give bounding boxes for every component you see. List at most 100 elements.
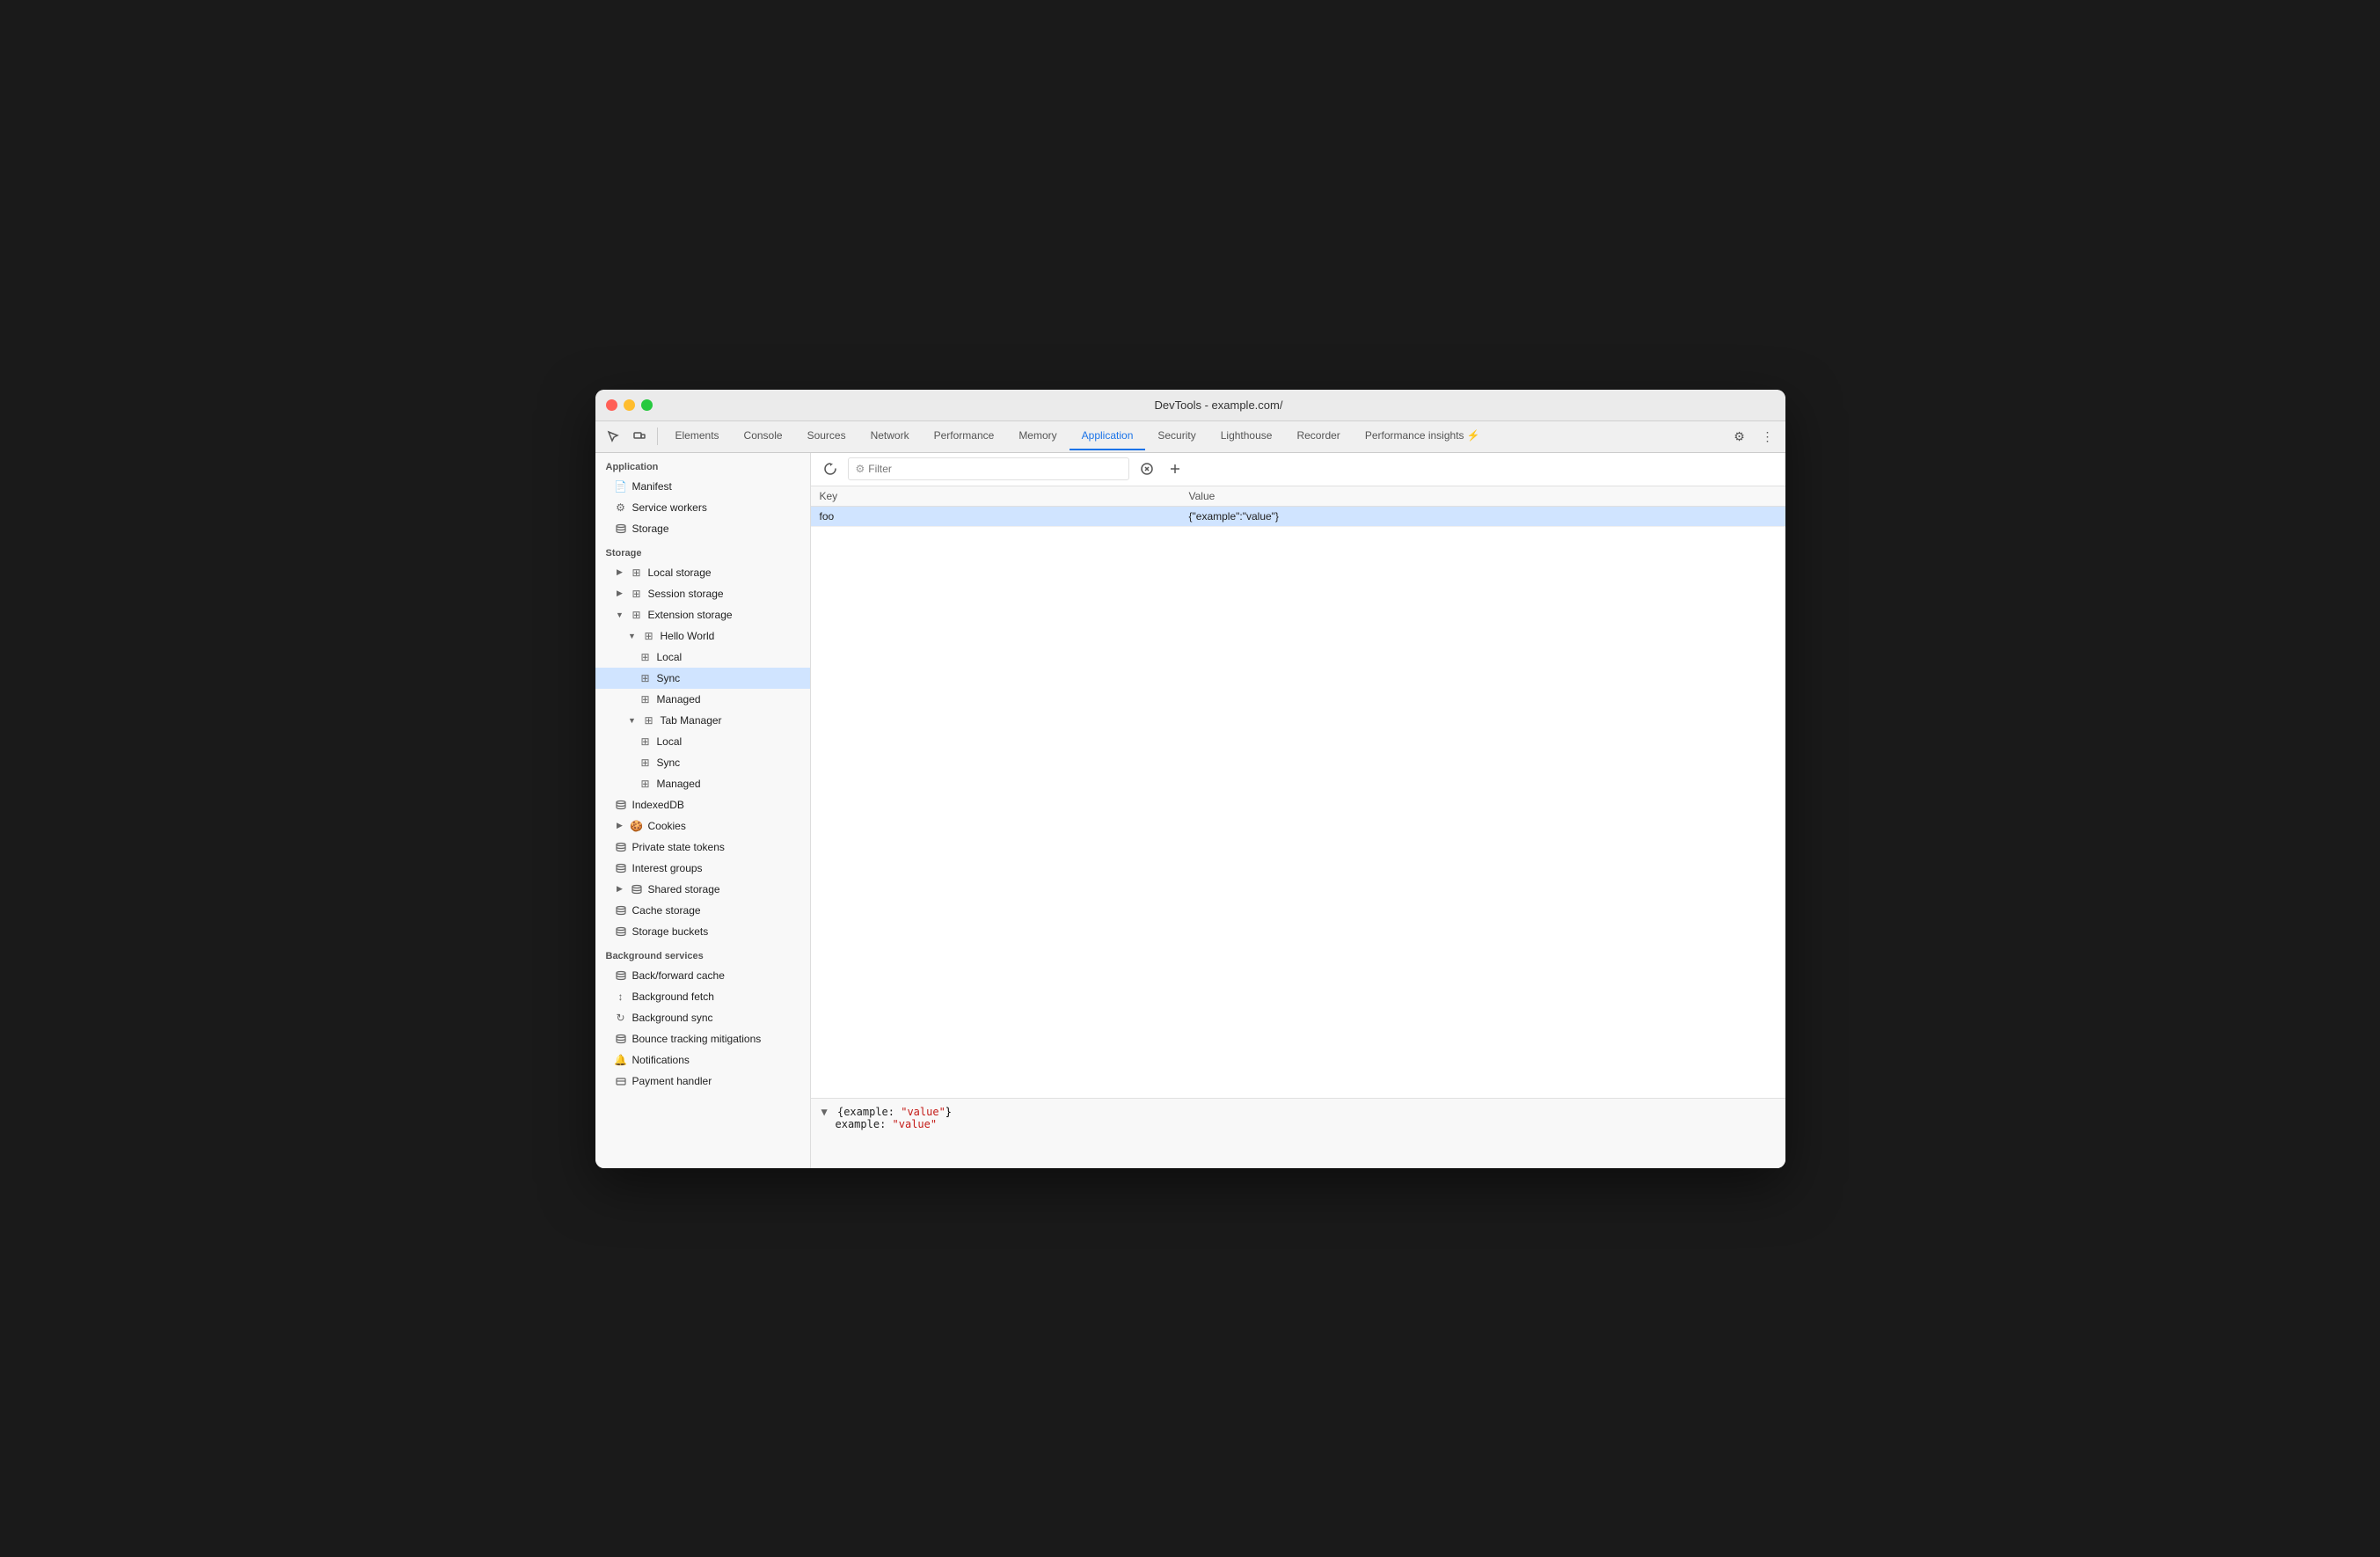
bottom-panel: ▼ {example: "value"} example: "value" (811, 1098, 1785, 1168)
sidebar-item-tab-manager[interactable]: ▼ ⊞ Tab Manager (595, 710, 810, 731)
table-area: Key Value foo {"example":"value"} (811, 486, 1785, 1098)
window-title: DevTools - example.com/ (663, 398, 1775, 412)
more-button[interactable]: ⋮ (1756, 424, 1780, 449)
tab-elements[interactable]: Elements (663, 422, 732, 450)
sidebar-item-backforward-cache[interactable]: Back/forward cache (595, 965, 810, 986)
sidebar-item-background-sync[interactable]: ↻ Background sync (595, 1007, 810, 1028)
sidebar-item-private-state-tokens[interactable]: Private state tokens (595, 837, 810, 858)
tab-performance-insights[interactable]: Performance insights ⚡ (1353, 422, 1493, 450)
content-panel: ⚙ (811, 453, 1785, 1168)
sidebar-item-hello-world-local[interactable]: ⊞ Local (595, 647, 810, 668)
db-icon (615, 1033, 627, 1045)
table-cell-key: foo (811, 506, 1180, 526)
section-header-background-services: Background services (595, 942, 810, 965)
tab-sources[interactable]: Sources (795, 422, 858, 450)
sidebar: Application 📄 Manifest ⚙ Service workers (595, 453, 811, 1168)
filter-box[interactable]: ⚙ (848, 457, 1129, 480)
sidebar-item-interest-groups[interactable]: Interest groups (595, 858, 810, 879)
sidebar-item-bounce-tracking[interactable]: Bounce tracking mitigations (595, 1028, 810, 1049)
sidebar-item-background-fetch[interactable]: ↕ Background fetch (595, 986, 810, 1007)
grid-icon: ⊞ (639, 778, 652, 790)
arrows-icon: ↕ (615, 990, 627, 1003)
cookie-icon: 🍪 (631, 820, 643, 832)
db-icon (615, 523, 627, 535)
tab-lighthouse[interactable]: Lighthouse (1208, 422, 1285, 450)
arrow-down-icon: ▼ (627, 631, 638, 641)
table-cell-value: {"example":"value"} (1180, 506, 1785, 526)
arrow-right-icon: ▶ (615, 567, 625, 578)
tab-recorder[interactable]: Recorder (1284, 422, 1352, 450)
tab-console[interactable]: Console (732, 422, 795, 450)
col-header-key: Key (811, 486, 1180, 507)
sidebar-item-hello-world[interactable]: ▼ ⊞ Hello World (595, 625, 810, 647)
sidebar-item-tab-manager-local[interactable]: ⊞ Local (595, 731, 810, 752)
grid-icon: ⊞ (631, 588, 643, 600)
gear-icon: ⚙ (615, 501, 627, 514)
arrow-down-icon: ▼ (615, 610, 625, 620)
db-icon (615, 862, 627, 874)
sidebar-item-notifications[interactable]: 🔔 Notifications (595, 1049, 810, 1071)
sidebar-item-session-storage[interactable]: ▶ ⊞ Session storage (595, 583, 810, 604)
sidebar-item-storage[interactable]: Storage (595, 518, 810, 539)
tab-security[interactable]: Security (1145, 422, 1208, 450)
sidebar-item-hello-world-sync[interactable]: ⊞ Sync (595, 668, 810, 689)
sidebar-item-local-storage[interactable]: ▶ ⊞ Local storage (595, 562, 810, 583)
tab-performance[interactable]: Performance (922, 422, 1007, 450)
grid-icon: ⊞ (639, 651, 652, 663)
sidebar-item-payment-handler[interactable]: Payment handler (595, 1071, 810, 1092)
db-icon (615, 904, 627, 917)
grid-icon: ⊞ (639, 693, 652, 705)
grid-icon: ⊞ (639, 735, 652, 748)
settings-button[interactable]: ⚙ (1727, 424, 1752, 449)
sidebar-item-cookies[interactable]: ▶ 🍪 Cookies (595, 815, 810, 837)
file-icon: 📄 (615, 480, 627, 493)
arrow-down-icon: ▼ (627, 715, 638, 726)
preview-line2: example: "value" (836, 1118, 1775, 1130)
section-header-storage: Storage (595, 539, 810, 562)
sidebar-item-extension-storage[interactable]: ▼ ⊞ Extension storage (595, 604, 810, 625)
filter-icon: ⚙ (856, 463, 865, 475)
sidebar-item-hello-world-managed[interactable]: ⊞ Managed (595, 689, 810, 710)
clear-button[interactable] (1136, 458, 1157, 479)
arrow-right-icon: ▶ (615, 821, 625, 831)
sidebar-item-indexeddb[interactable]: IndexedDB (595, 794, 810, 815)
table-row[interactable]: foo {"example":"value"} (811, 506, 1785, 526)
devtools-window: DevTools - example.com/ Elements Console… (595, 390, 1785, 1168)
traffic-lights (606, 399, 653, 411)
device-toolbar-button[interactable] (627, 424, 652, 449)
db-icon (615, 969, 627, 982)
card-icon (615, 1075, 627, 1087)
tab-network[interactable]: Network (858, 422, 922, 450)
inspect-element-button[interactable] (601, 424, 625, 449)
toolbar-right: ⚙ ⋮ (1727, 424, 1780, 449)
content-toolbar: ⚙ (811, 453, 1785, 486)
arrow-right-icon: ▶ (615, 884, 625, 895)
sidebar-item-cache-storage[interactable]: Cache storage (595, 900, 810, 921)
sidebar-item-tab-manager-sync[interactable]: ⊞ Sync (595, 752, 810, 773)
grid-icon: ⊞ (631, 567, 643, 579)
expand-icon: ▼ (821, 1106, 828, 1118)
db-icon (615, 841, 627, 853)
toolbar-separator (657, 428, 658, 445)
refresh-button[interactable] (820, 458, 841, 479)
tab-bar: Elements Console Sources Network Perform… (663, 422, 1493, 450)
minimize-button[interactable] (624, 399, 635, 411)
main-area: Application 📄 Manifest ⚙ Service workers (595, 453, 1785, 1168)
sidebar-item-service-workers[interactable]: ⚙ Service workers (595, 497, 810, 518)
maximize-button[interactable] (641, 399, 653, 411)
grid-icon: ⊞ (639, 757, 652, 769)
grid-icon: ⊞ (631, 609, 643, 621)
col-header-value: Value (1180, 486, 1785, 507)
delete-button[interactable] (1164, 458, 1186, 479)
sidebar-item-storage-buckets[interactable]: Storage buckets (595, 921, 810, 942)
section-header-application: Application (595, 453, 810, 476)
db-icon (631, 883, 643, 895)
close-button[interactable] (606, 399, 617, 411)
sync-icon: ↻ (615, 1012, 627, 1024)
sidebar-item-tab-manager-managed[interactable]: ⊞ Managed (595, 773, 810, 794)
tab-memory[interactable]: Memory (1006, 422, 1069, 450)
sidebar-item-shared-storage[interactable]: ▶ Shared storage (595, 879, 810, 900)
tab-application[interactable]: Application (1070, 422, 1146, 450)
sidebar-item-manifest[interactable]: 📄 Manifest (595, 476, 810, 497)
filter-input[interactable] (868, 463, 1121, 475)
